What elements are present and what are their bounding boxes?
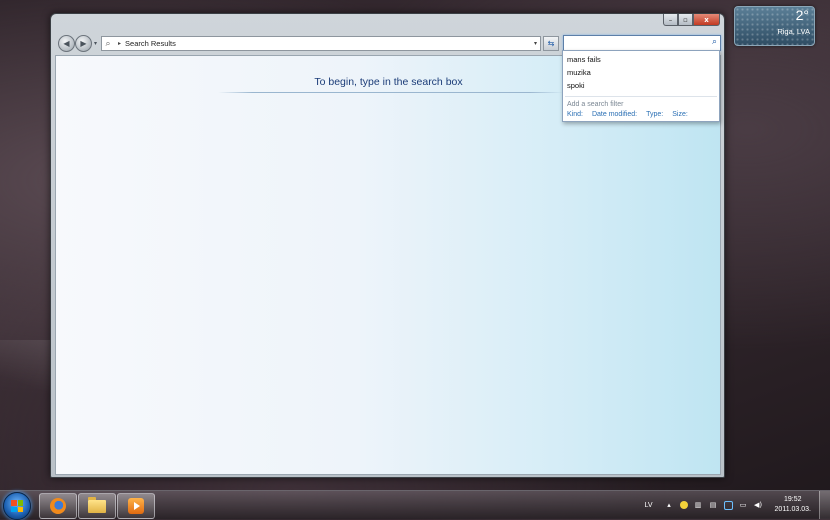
back-arrow-icon: ◀: [63, 39, 70, 48]
filter-kind[interactable]: Kind:: [567, 111, 583, 118]
dropdown-divider: [565, 96, 717, 97]
breadcrumb-search-results[interactable]: Search Results: [125, 39, 176, 48]
filter-size[interactable]: Size:: [672, 111, 688, 118]
search-filter-title: Add a search filter: [567, 101, 624, 108]
notification-icon[interactable]: [679, 501, 688, 509]
forward-button[interactable]: ▶: [75, 35, 92, 52]
back-button[interactable]: ◀: [58, 35, 75, 52]
taskbar-media-player[interactable]: [117, 493, 155, 519]
recent-pages-dropdown[interactable]: ▾: [94, 40, 97, 47]
start-button[interactable]: [3, 492, 31, 520]
search-filter-list: Kind: Date modified: Type: Size:: [563, 111, 719, 118]
address-dropdown-icon[interactable]: ▾: [534, 40, 537, 47]
taskbar-explorer[interactable]: [78, 493, 116, 519]
show-hidden-icons-icon[interactable]: ▴: [665, 501, 674, 510]
breadcrumb-separator-icon[interactable]: ▸: [118, 40, 121, 47]
search-icon[interactable]: ⌕: [712, 37, 717, 47]
refresh-button[interactable]: ⇆: [543, 36, 559, 51]
usb-device-icon[interactable]: ▥: [694, 501, 703, 510]
language-indicator[interactable]: LV: [644, 502, 652, 509]
windows-logo-icon: [11, 500, 23, 512]
suggestion-item[interactable]: mans fails: [563, 53, 719, 66]
taskbar-firefox[interactable]: [39, 493, 77, 519]
windows-explorer-icon: [88, 496, 106, 513]
network-icon[interactable]: ▭: [739, 501, 748, 510]
close-button[interactable]: x: [693, 14, 720, 26]
address-bar[interactable]: ⌕ ▸ Search Results ▾: [101, 36, 541, 51]
system-tray: LV ▴ ▥ ▤ ▭ ◀) 19:52 2011.03.03.: [644, 491, 830, 519]
filter-type[interactable]: Type:: [646, 111, 663, 118]
show-desktop-button[interactable]: [819, 491, 830, 519]
weather-gadget[interactable]: 2° Riga, LVA: [734, 6, 815, 46]
taskbar: LV ▴ ▥ ▤ ▭ ◀) 19:52 2011.03.03.: [0, 490, 830, 520]
minimize-icon: –: [668, 15, 673, 24]
clock-date: 2011.03.03.: [774, 506, 811, 513]
hint-divider: [218, 92, 564, 93]
volume-icon[interactable]: ◀): [754, 501, 763, 510]
update-icon[interactable]: [723, 500, 733, 510]
suggestion-item[interactable]: spoki: [563, 79, 719, 92]
media-player-icon: [128, 498, 144, 514]
search-box[interactable]: ⌕: [563, 35, 721, 51]
weather-city: Riga, LVA: [777, 27, 810, 36]
forward-arrow-icon: ▶: [80, 39, 87, 48]
weather-temperature: 2°: [795, 7, 809, 23]
clock[interactable]: 19:52 2011.03.03.: [775, 495, 811, 515]
refresh-icon: ⇆: [547, 39, 555, 48]
tray-app-icon[interactable]: ▤: [709, 501, 718, 510]
search-results-icon: ⌕: [105, 38, 111, 49]
clock-time: 19:52: [784, 496, 802, 503]
filter-date-modified[interactable]: Date modified:: [592, 111, 637, 118]
maximize-button[interactable]: ▫: [678, 14, 693, 26]
minimize-button[interactable]: –: [663, 14, 678, 26]
search-suggestions-dropdown: mans fails muzika spoki Add a search fil…: [562, 50, 720, 122]
close-icon: x: [704, 15, 709, 24]
window-controls: – ▫ x: [663, 14, 720, 26]
firefox-icon: [50, 498, 66, 514]
maximize-icon: ▫: [683, 15, 688, 24]
suggestion-item[interactable]: muzika: [563, 66, 719, 79]
